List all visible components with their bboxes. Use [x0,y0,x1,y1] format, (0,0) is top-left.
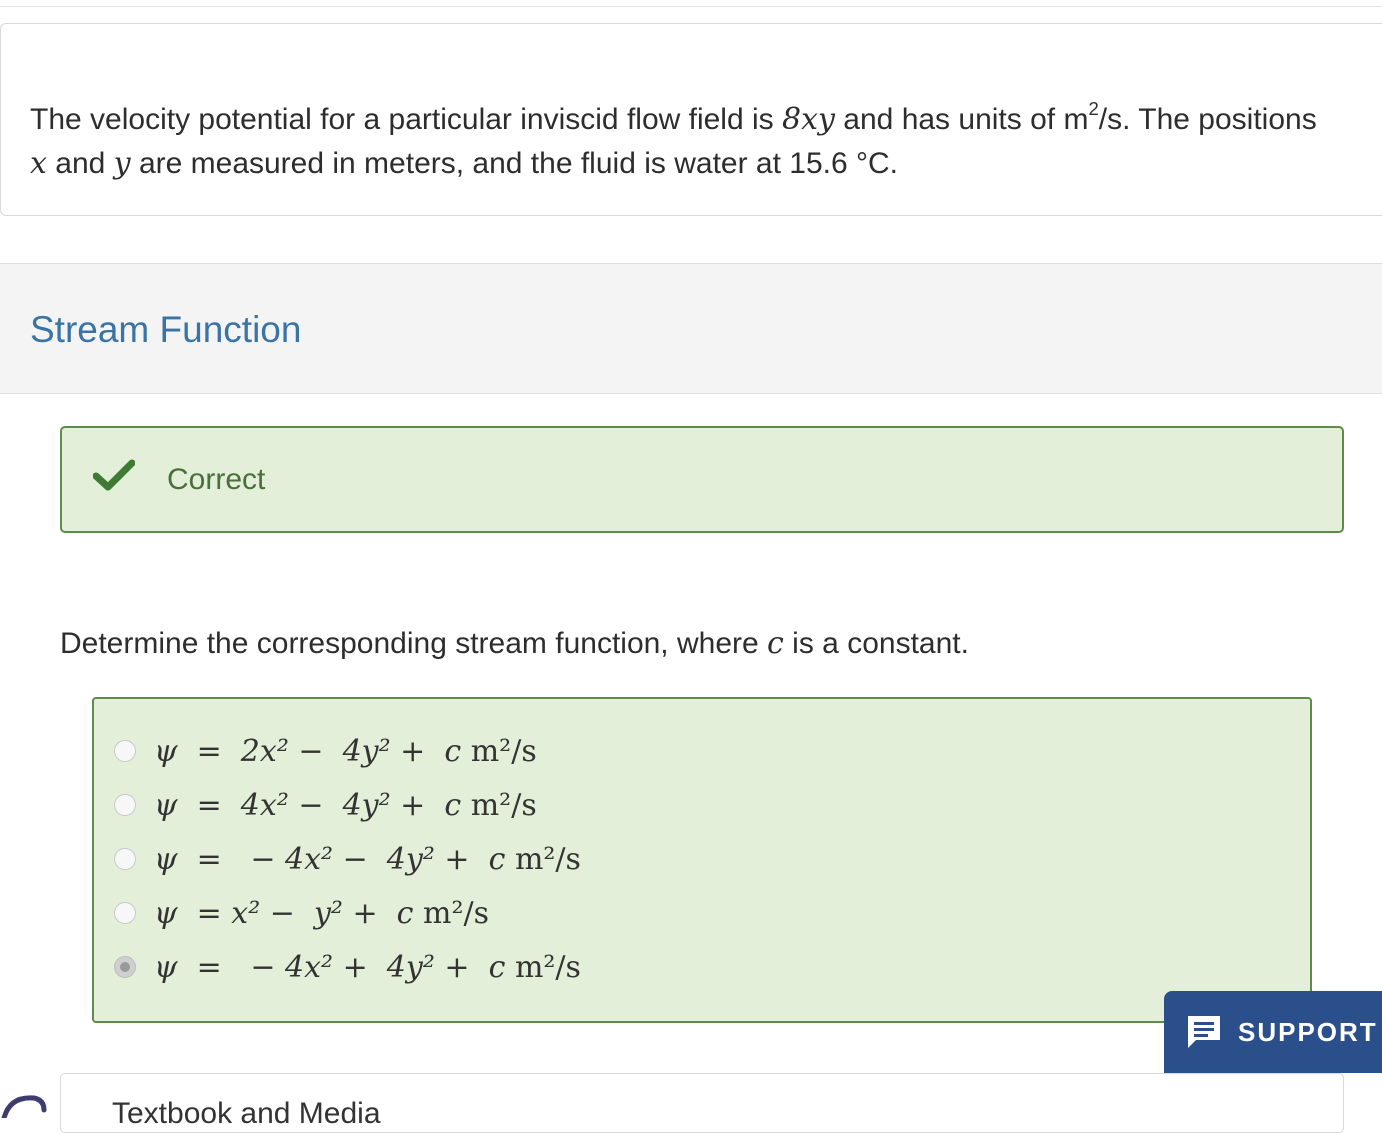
correct-label: Correct [167,463,266,496]
radio-button[interactable] [114,902,136,924]
problem-text-part: The velocity potential for a particular … [30,103,782,136]
top-divider [0,6,1382,7]
option-expression: ψ = − 4x² + 4y² + c [154,949,506,985]
answer-option-5[interactable]: ψ = − 4x² + 4y² + c m²/s [114,947,581,987]
problem-text-part: are measured in meters, and the fluid is… [130,147,898,180]
section-title: Stream Function [30,309,302,350]
support-label: SUPPORT [1238,1016,1378,1047]
question-prompt: Determine the corresponding stream funct… [60,622,969,666]
option-expression: ψ = − 4x² − 4y² + c [154,841,506,877]
textbook-media-title: Textbook and Media [112,1097,381,1130]
answer-option-4[interactable]: ψ = x² − y² + c m²/s [114,893,489,933]
variable-x: x [30,146,47,181]
answer-option-1[interactable]: ψ = 2x² − 4y² + c m²/s [114,731,537,771]
answer-option-3[interactable]: ψ = − 4x² − 4y² + c m²/s [114,839,581,879]
option-unit: m²/s [461,787,537,823]
problem-text-part: and has units of m [834,103,1089,136]
support-button[interactable]: SUPPORT [1164,991,1382,1073]
option-unit: m²/s [505,841,581,877]
chat-bubble-icon[interactable] [0,1088,50,1118]
variable-c: c [767,626,784,661]
chat-message-icon [1188,1016,1220,1048]
question-text-part: is a constant. [783,627,969,660]
velocity-potential-expression: 8xy [782,102,835,137]
option-expression: ψ = x² − y² + c [154,895,414,931]
unit-exponent: 2 [1088,98,1099,120]
option-unit: m²/s [461,733,537,769]
radio-button[interactable] [114,848,136,870]
option-unit: m²/s [505,949,581,985]
problem-text-part: /s. The positions [1098,103,1317,136]
question-text-part: Determine the corresponding stream funct… [60,627,768,660]
radio-button[interactable] [114,740,136,762]
problem-text-part: and [46,147,114,180]
radio-button[interactable] [114,794,136,816]
problem-statement: The velocity potential for a particular … [30,98,1382,186]
option-unit: m²/s [413,895,489,931]
checkmark-icon [93,459,135,491]
answer-option-2[interactable]: ψ = 4x² − 4y² + c m²/s [114,785,537,825]
radio-button-selected[interactable] [114,956,136,978]
variable-y: y [113,146,131,181]
option-expression: ψ = 4x² − 4y² + c [154,787,462,823]
option-expression: ψ = 2x² − 4y² + c [154,733,462,769]
